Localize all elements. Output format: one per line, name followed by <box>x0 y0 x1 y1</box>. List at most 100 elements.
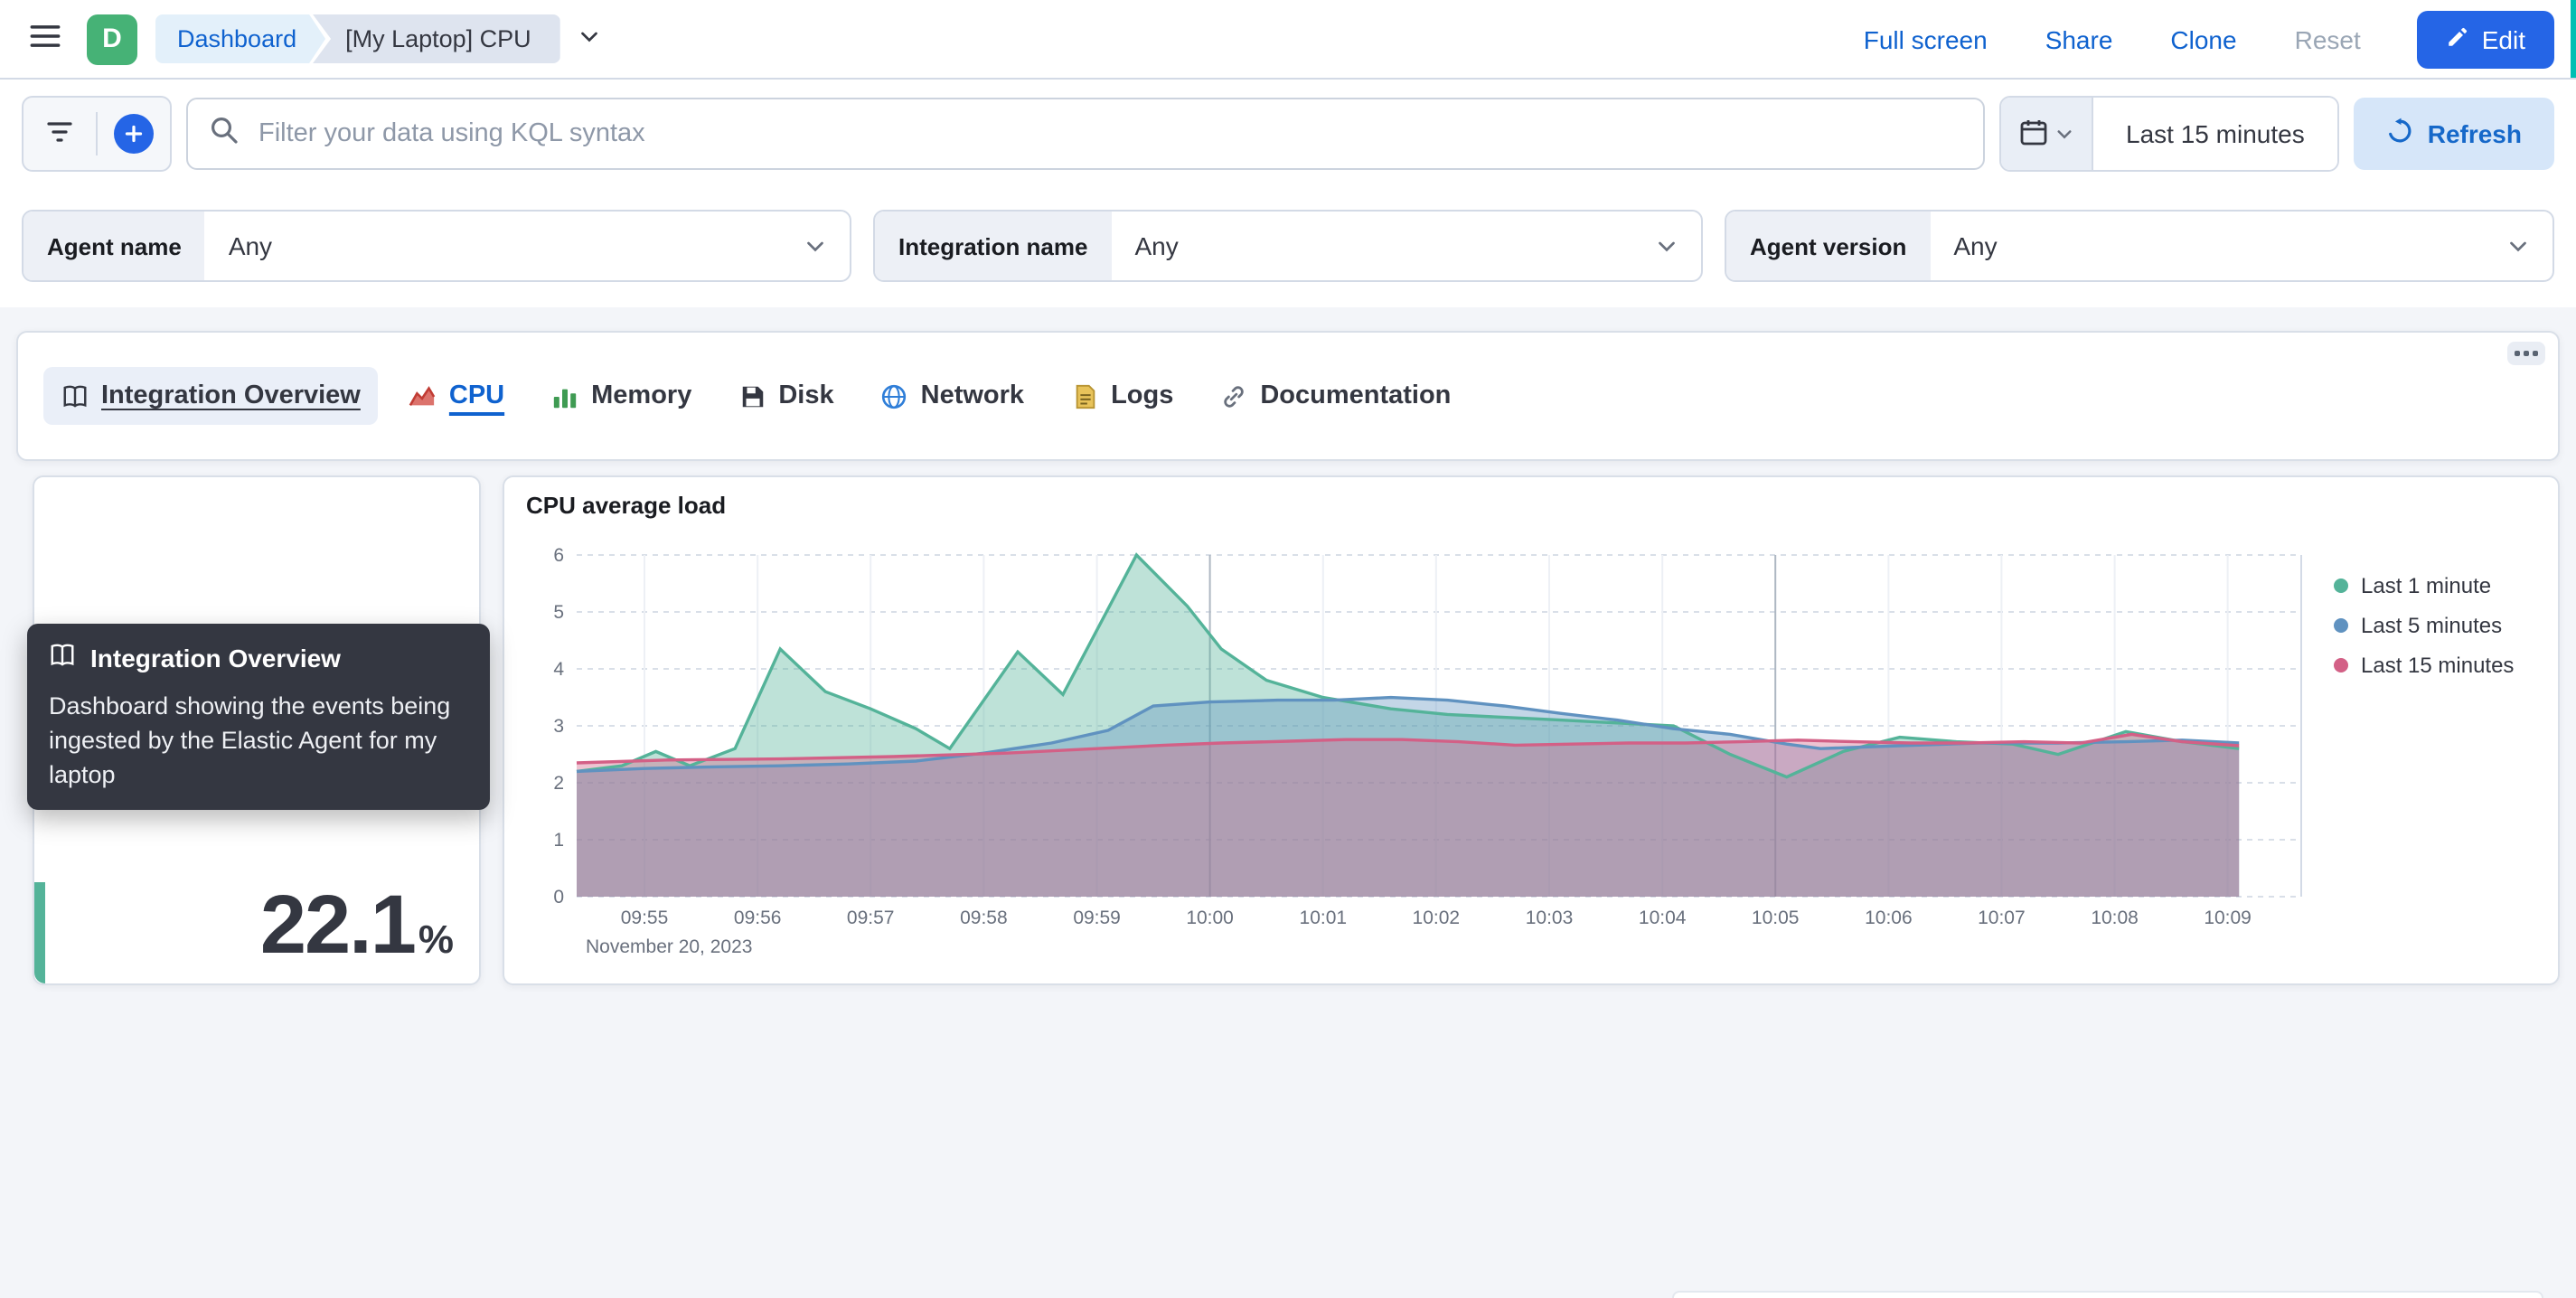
book-icon <box>61 382 89 409</box>
legend-color-dot <box>2334 578 2348 593</box>
chevron-down-icon <box>804 235 826 257</box>
filter-button-group <box>22 96 172 172</box>
tab-disk[interactable]: Disk <box>738 381 834 410</box>
svg-text:09:55: 09:55 <box>621 908 669 928</box>
svg-text:November 20, 2023: November 20, 2023 <box>586 936 752 957</box>
refresh-icon <box>2386 118 2413 150</box>
legend-color-dot <box>2334 618 2348 633</box>
chevron-down-icon <box>2055 120 2073 147</box>
tab-label: CPU <box>448 381 505 410</box>
legend-label: Last 1 minute <box>2361 573 2492 598</box>
search-chrome: Last 15 minutes Refresh Agent nameAnyInt… <box>0 80 2576 307</box>
calendar-icon <box>2019 117 2048 151</box>
kibana-dashboard-app: D Dashboard [My Laptop] CPU Full screen … <box>0 0 2576 1298</box>
kql-search-box <box>186 98 1986 170</box>
edit-button[interactable]: Edit <box>2416 10 2554 68</box>
breadcrumb-current-dashboard[interactable]: [My Laptop] CPU <box>313 14 560 63</box>
filter-label: Agent name <box>24 212 205 280</box>
tab-integration-overview[interactable]: Integration Overview <box>43 367 379 425</box>
tab-cpu[interactable]: CPU <box>409 381 504 410</box>
tab-logs[interactable]: Logs <box>1071 381 1173 410</box>
metric-unit: % <box>418 917 454 962</box>
pencil-icon <box>2446 24 2469 53</box>
filter-control-agent-version[interactable]: Agent version Any <box>1725 210 2554 282</box>
svg-text:09:57: 09:57 <box>847 908 895 928</box>
svg-text:10:05: 10:05 <box>1752 908 1800 928</box>
svg-text:10:06: 10:06 <box>1865 908 1913 928</box>
filter-control-agent-name[interactable]: Agent name Any <box>22 210 851 282</box>
search-input[interactable] <box>255 118 1962 150</box>
svg-text:09:58: 09:58 <box>960 908 1008 928</box>
query-bar: Last 15 minutes Refresh <box>0 80 2576 172</box>
svg-text:10:04: 10:04 <box>1639 908 1687 928</box>
chevron-down-icon <box>1656 235 1678 257</box>
legend-label: Last 15 minutes <box>2361 653 2515 678</box>
bar-chart-icon <box>551 382 578 409</box>
edit-button-label: Edit <box>2481 24 2525 53</box>
filter-label: Integration name <box>875 212 1112 280</box>
filter-control-integration-name[interactable]: Integration name Any <box>873 210 1703 282</box>
clone-link[interactable]: Clone <box>2170 24 2236 53</box>
markdown-links-panel: Integration Overview CPU Memory Disk Network… <box>16 331 2560 461</box>
tab-label: Network <box>920 381 1025 410</box>
chevron-down-icon <box>578 25 600 52</box>
cpu-average-load-chart[interactable]: 0 1 2 3 4 5 6 09:55 09:56 09:57 09:58 09:59 10:00 10:… <box>526 530 2316 971</box>
book-icon <box>49 642 76 674</box>
filter-controls-row: Agent name Any Integration name Any Agent ve… <box>0 172 2576 296</box>
panel-options-button[interactable] <box>2507 342 2545 365</box>
tab-documentation[interactable]: Documentation <box>1220 381 1451 410</box>
share-link[interactable]: Share <box>2045 24 2113 53</box>
refresh-button[interactable]: Refresh <box>2353 98 2554 170</box>
tooltip-title: Integration Overview <box>90 644 341 673</box>
legend-item-last-5-minutes[interactable]: Last 5 minutes <box>2334 613 2536 638</box>
breadcrumb-dashboard[interactable]: Dashboard <box>155 14 325 63</box>
add-filter-button[interactable] <box>98 98 170 170</box>
svg-text:3: 3 <box>553 716 564 737</box>
line-chart-icon <box>409 382 437 409</box>
top-navigation: D Dashboard [My Laptop] CPU Full screen … <box>0 0 2576 80</box>
dashboard-nav-tabs: Integration Overview CPU Memory Disk Network… <box>36 367 1474 425</box>
dashboard-menu-button[interactable] <box>571 18 607 60</box>
legend-label: Last 5 minutes <box>2361 613 2503 638</box>
metric-value: 22.1 <box>259 877 417 971</box>
svg-text:10:00: 10:00 <box>1186 908 1234 928</box>
legend-item-last-15-minutes[interactable]: Last 15 minutes <box>2334 653 2536 678</box>
chart-area: 0 1 2 3 4 5 6 09:55 09:56 09:57 09:58 09:59 10:00 10:… <box>526 530 2536 971</box>
filter-value: Any <box>1953 231 1998 260</box>
tab-label: Disk <box>778 381 834 410</box>
svg-text:10:01: 10:01 <box>1300 908 1348 928</box>
svg-text:10:07: 10:07 <box>1978 908 2026 928</box>
search-icon <box>210 115 239 153</box>
next-row-panel-edge <box>1672 1291 2543 1298</box>
tab-network[interactable]: Network <box>881 381 1024 410</box>
space-avatar[interactable]: D <box>87 14 137 64</box>
tab-label: Memory <box>591 381 692 410</box>
svg-text:1: 1 <box>553 830 564 851</box>
panel-description-tooltip: Integration Overview Dashboard showing t… <box>27 624 490 811</box>
calendar-button[interactable] <box>2001 98 2094 170</box>
legend-item-last-1-minute[interactable]: Last 1 minute <box>2334 573 2536 598</box>
header-edge-accent <box>2571 0 2576 78</box>
time-range-button[interactable]: Last 15 minutes <box>2093 98 2337 170</box>
tab-label: Integration Overview <box>101 381 361 410</box>
svg-text:10:03: 10:03 <box>1526 908 1574 928</box>
reset-link: Reset <box>2294 24 2361 53</box>
tab-memory[interactable]: Memory <box>551 381 691 410</box>
svg-text:10:02: 10:02 <box>1413 908 1461 928</box>
filter-value: Any <box>1134 231 1179 260</box>
menu-button[interactable] <box>22 13 69 65</box>
refresh-button-label: Refresh <box>2427 119 2522 148</box>
svg-text:10:08: 10:08 <box>2091 908 2139 928</box>
metric-accent-bar <box>34 882 45 983</box>
svg-text:09:59: 09:59 <box>1073 908 1121 928</box>
filter-label: Agent version <box>1726 212 1931 280</box>
logs-icon <box>1071 382 1098 409</box>
full-screen-link[interactable]: Full screen <box>1864 24 1988 53</box>
chart-legend: Last 1 minute Last 5 minutes Last 15 minut… <box>2316 530 2536 971</box>
filter-button[interactable] <box>24 98 96 170</box>
filter-value: Any <box>228 231 273 260</box>
network-icon <box>881 382 908 409</box>
disk-icon <box>738 382 766 409</box>
tab-label: Logs <box>1111 381 1174 410</box>
svg-text:6: 6 <box>553 545 564 566</box>
